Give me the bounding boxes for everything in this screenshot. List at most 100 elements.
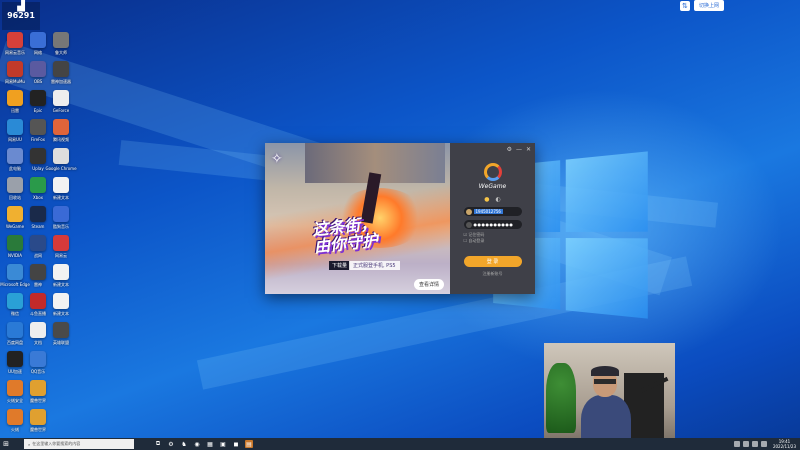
desktop-icon[interactable]: 网络 bbox=[26, 32, 50, 62]
desktop-icon[interactable]: OBS bbox=[26, 61, 50, 91]
app-icon bbox=[7, 177, 23, 193]
app-icon bbox=[30, 409, 46, 425]
taskbar-app-icon[interactable]: ⧉ bbox=[154, 440, 162, 448]
app-icon bbox=[53, 206, 69, 222]
clock[interactable]: 19:41 2022/11/23 bbox=[773, 439, 796, 449]
desktop-icon[interactable]: 微信 bbox=[3, 293, 27, 323]
desktop-icon[interactable]: 火绒安全 bbox=[3, 380, 27, 410]
tray-icon[interactable] bbox=[733, 441, 740, 447]
desktop-icon[interactable]: 鲁大师 bbox=[49, 32, 73, 62]
qq-login-icon[interactable]: ● bbox=[484, 196, 489, 203]
desktop-icon[interactable]: FireFox bbox=[26, 119, 50, 149]
app-icon bbox=[30, 235, 46, 251]
desktop-icon-label: 新建文本 bbox=[53, 282, 69, 287]
desktop-icon[interactable]: Xbox bbox=[26, 177, 50, 207]
desktop-icon[interactable]: 雷神 bbox=[26, 264, 50, 294]
app-icon bbox=[30, 293, 46, 309]
desktop-icon[interactable]: 网易UU bbox=[3, 119, 27, 149]
desktop-icon[interactable]: 魔兽世界 bbox=[26, 409, 50, 438]
taskbar-app-icon[interactable]: ⚙ bbox=[167, 440, 175, 448]
desktop-icon[interactable]: 网易云 bbox=[49, 235, 73, 265]
desktop-icon-label: 斗鱼直播 bbox=[30, 311, 46, 316]
desktop-icon[interactable]: 雷神加速器 bbox=[49, 61, 73, 91]
taskbar-app-icon[interactable]: ◼ bbox=[232, 440, 240, 448]
desktop-icon[interactable]: WeGame bbox=[3, 206, 27, 236]
desktop-icon[interactable]: UU加速 bbox=[3, 351, 27, 381]
desktop-icon[interactable]: 斗鱼直播 bbox=[26, 293, 50, 323]
desktop-icon-label: Epic bbox=[33, 108, 43, 113]
desktop-icon[interactable]: 此电脑 bbox=[3, 148, 27, 178]
brand-name: WeGame bbox=[478, 183, 507, 190]
taskbar-app-icon[interactable]: ◉ bbox=[193, 440, 201, 448]
close-icon[interactable]: ✕ bbox=[526, 146, 531, 153]
desktop-icon[interactable]: 新建文本 bbox=[49, 293, 73, 323]
desktop-icon-label: UU加速 bbox=[8, 369, 22, 374]
desktop[interactable]: ▟ 96291 网易云音乐 网络 鲁大师 网易MuMu OBS 雷神加速器迅雷 Epic Ge… bbox=[0, 0, 800, 438]
register-link[interactable]: 注册新账号 bbox=[483, 271, 503, 277]
account-value[interactable]: 1945012756 bbox=[473, 209, 503, 214]
app-icon bbox=[30, 351, 46, 367]
auto-login-checkbox[interactable]: ☐ 自动登录 bbox=[464, 238, 522, 244]
desktop-icon[interactable]: 新建文本 bbox=[49, 177, 73, 207]
desktop-icon[interactable]: 网易MuMu bbox=[3, 61, 27, 91]
desktop-icon[interactable]: 英雄联盟 bbox=[49, 322, 73, 352]
window-controls: ⚙ — ✕ bbox=[507, 146, 531, 153]
desktop-icon[interactable]: 迅雷 bbox=[3, 90, 27, 120]
desktop-icon-label: GeForce bbox=[52, 108, 70, 113]
app-icon bbox=[30, 380, 46, 396]
tray-icon[interactable] bbox=[742, 441, 749, 447]
desktop-icon[interactable]: GeForce bbox=[49, 90, 73, 120]
desktop-icon-label: 火绒 bbox=[11, 427, 19, 432]
desktop-icon[interactable]: 新建文本 bbox=[49, 264, 73, 294]
taskbar-search[interactable]: ⌕ 在这里输入你要搜索的内容 bbox=[24, 439, 134, 449]
desktop-icon[interactable]: Google Chrome bbox=[45, 148, 77, 178]
desktop-icon[interactable]: NVIDIA bbox=[3, 235, 27, 265]
app-icon bbox=[30, 206, 46, 222]
settings-icon[interactable]: ⚙ bbox=[507, 146, 512, 153]
desktop-icon[interactable]: Steam bbox=[26, 206, 50, 236]
minimize-icon[interactable]: — bbox=[516, 146, 522, 153]
desktop-icon[interactable]: Uplay bbox=[26, 148, 50, 178]
widget-icon: ▟ bbox=[17, 1, 25, 12]
desktop-icon[interactable]: 回收站 bbox=[3, 177, 27, 207]
desktop-icon-label: 网络 bbox=[34, 50, 42, 55]
auto-login-label: 自动登录 bbox=[468, 238, 485, 243]
desktop-icon[interactable]: 文档 bbox=[26, 322, 50, 352]
desktop-icon[interactable]: 网易云音乐 bbox=[3, 32, 27, 62]
desktop-icon[interactable]: Epic bbox=[26, 90, 50, 120]
wechat-login-icon[interactable]: ◐ bbox=[496, 196, 501, 203]
password-value[interactable]: ●●●●●●●●●● bbox=[474, 222, 514, 227]
desktop-icon[interactable]: 酷狗音乐 bbox=[49, 206, 73, 236]
taskbar-app-icon[interactable]: ▤ bbox=[245, 440, 253, 448]
desktop-icon[interactable]: QQ音乐 bbox=[26, 351, 50, 381]
webcam-plant bbox=[546, 363, 576, 433]
taskbar-app-icon[interactable]: ▣ bbox=[219, 440, 227, 448]
app-icon bbox=[53, 177, 69, 193]
webcam-person bbox=[579, 366, 634, 438]
account-field[interactable]: 1945012756 bbox=[463, 207, 522, 216]
switch-network-button[interactable]: 切换上网 bbox=[693, 0, 724, 11]
wifi-icon[interactable] bbox=[751, 441, 758, 447]
network-icon[interactable]: ⇅ bbox=[679, 0, 690, 11]
desktop-icon[interactable]: 战网 bbox=[26, 235, 50, 265]
counter-widget[interactable]: ▟ 96291 bbox=[2, 2, 40, 30]
game-ad-banner[interactable]: ✧ 这条街， 由你守护 下载量 正式服登手机, PS5 查看详情 bbox=[265, 143, 450, 294]
start-button[interactable]: ⊞ bbox=[0, 438, 12, 450]
desktop-icon[interactable]: Microsoft Edge bbox=[0, 264, 30, 294]
volume-icon[interactable] bbox=[760, 441, 767, 447]
app-icon bbox=[30, 148, 46, 164]
login-button[interactable]: 登 录 bbox=[463, 256, 522, 267]
taskbar-app-icon[interactable]: ▦ bbox=[206, 440, 214, 448]
desktop-icon[interactable]: 魔兽世界 bbox=[26, 380, 50, 410]
desktop-icon-label: 文档 bbox=[34, 340, 42, 345]
wegame-login-window[interactable]: ✧ 这条街， 由你守护 下载量 正式服登手机, PS5 查看详情 ⚙ — ✕ W… bbox=[265, 143, 535, 294]
desktop-icon-label: Steam bbox=[31, 224, 45, 229]
desktop-icon[interactable]: 腾讯视频 bbox=[49, 119, 73, 149]
desktop-icon[interactable]: 火绒 bbox=[3, 409, 27, 438]
taskbar-app-icon[interactable]: ♞ bbox=[180, 440, 188, 448]
password-field[interactable]: ●●●●●●●●●● bbox=[463, 220, 522, 229]
desktop-icon[interactable]: 百度网盘 bbox=[3, 322, 27, 352]
view-details-button[interactable]: 查看详情 bbox=[413, 279, 444, 290]
app-icon bbox=[53, 119, 69, 135]
desktop-icon-label: 雷神加速器 bbox=[51, 79, 71, 84]
